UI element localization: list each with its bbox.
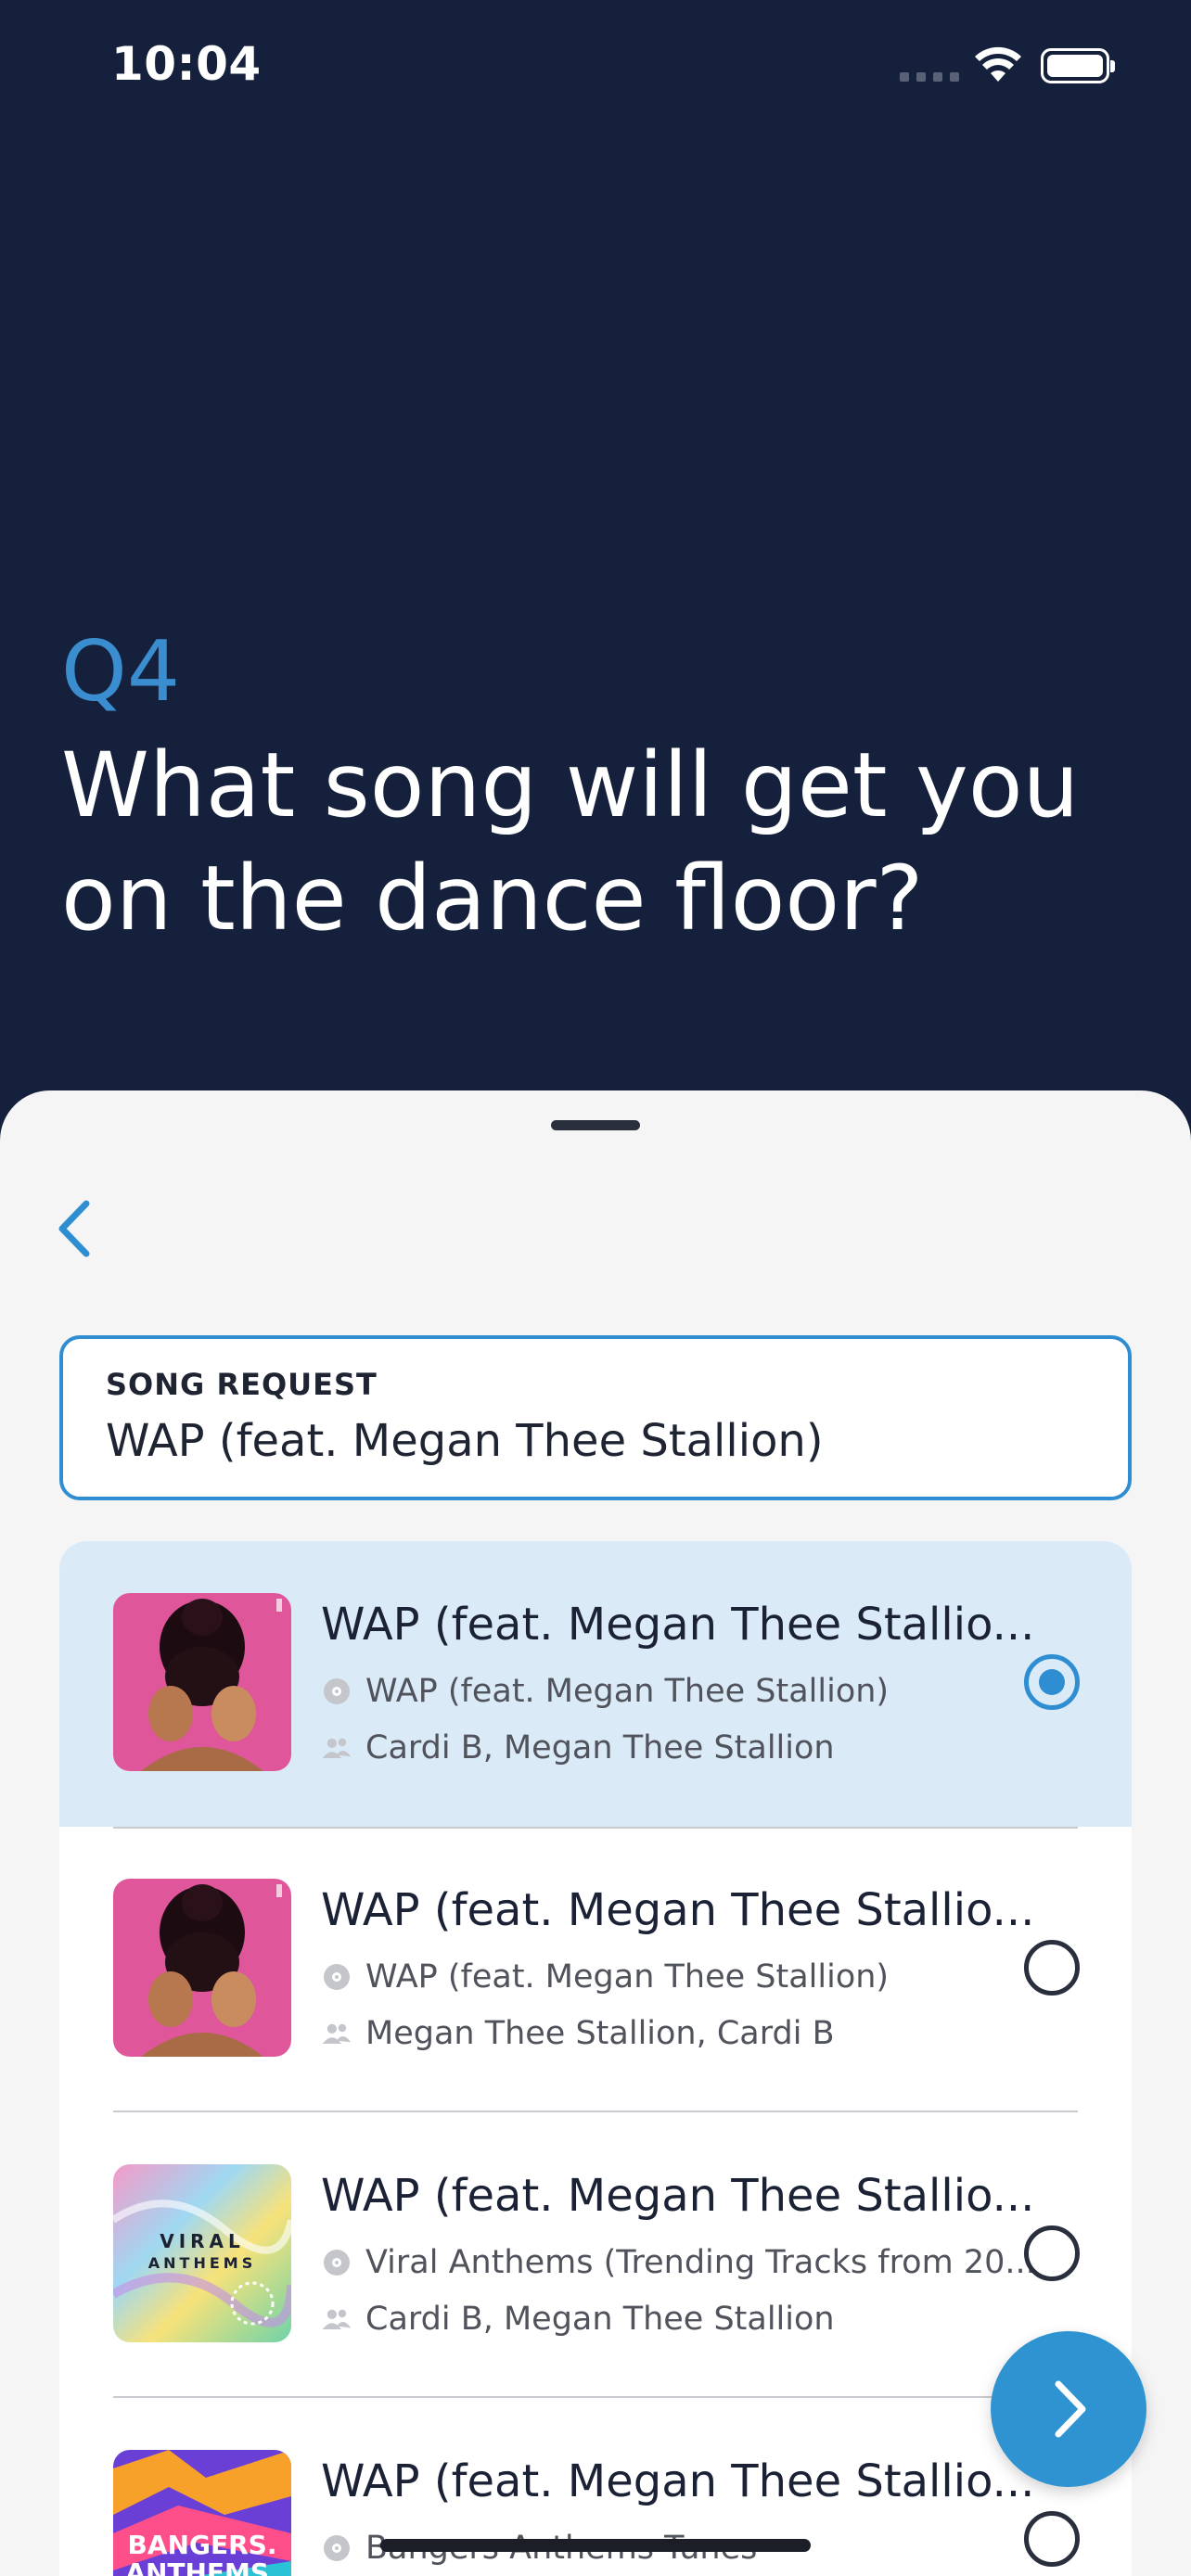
search-results-list: WAP (feat. Megan Thee Stallio... WAP (fe… (59, 1541, 1132, 2576)
track-title: WAP (feat. Megan Thee Stallio... (321, 1884, 1035, 1936)
album-art: VIRAL ANTHEMS (113, 2164, 291, 2342)
people-icon (322, 1738, 352, 1759)
artist-line: Megan Thee Stallion, Cardi B (321, 2013, 1063, 2054)
svg-text:BANGERS.: BANGERS. (128, 2530, 277, 2560)
question-number: Q4 (61, 623, 181, 721)
sheet-drag-handle[interactable] (551, 1120, 640, 1130)
radio-unselected[interactable] (1024, 2511, 1080, 2567)
status-time: 10:04 (111, 37, 262, 91)
album-art (113, 1593, 291, 1771)
wifi-icon (975, 46, 1021, 82)
disc-icon (324, 2535, 350, 2561)
track-title: WAP (feat. Megan Thee Stallio... (321, 2455, 1035, 2507)
radio-selected[interactable] (1024, 1654, 1080, 1710)
artist-line: Cardi B, Megan Thee Stallion (321, 1728, 1063, 1768)
row-divider (113, 1827, 1078, 1829)
song-request-input[interactable]: WAP (feat. Megan Thee Stallion) (106, 1415, 1089, 1467)
chevron-right-icon (1055, 2380, 1086, 2438)
song-request-label: SONG REQUEST (106, 1367, 378, 1402)
song-picker-sheet: SONG REQUEST WAP (feat. Megan Thee Stall… (0, 1090, 1191, 2576)
artist-names: Cardi B, Megan Thee Stallion (365, 1729, 835, 1766)
album-name: WAP (feat. Megan Thee Stallion) (365, 1958, 890, 1996)
people-icon (322, 2309, 352, 2330)
battery-icon (1041, 48, 1115, 83)
song-request-field[interactable]: SONG REQUEST WAP (feat. Megan Thee Stall… (59, 1335, 1132, 1500)
next-button[interactable] (991, 2331, 1146, 2487)
track-title: WAP (feat. Megan Thee Stallio... (321, 2170, 1035, 2222)
svg-text:ANTHEMS.: ANTHEMS. (125, 2557, 278, 2576)
status-bar: 10:04 (0, 0, 1191, 139)
disc-icon (324, 1964, 350, 1990)
album-name: Viral Anthems (Trending Tracks from 20..… (365, 2244, 1036, 2281)
svg-text:ANTHEMS: ANTHEMS (148, 2254, 256, 2272)
question-title: What song will get you on the dance floo… (61, 733, 1080, 950)
album-line: WAP (feat. Megan Thee Stallion) (321, 1671, 1063, 1712)
radio-unselected[interactable] (1024, 2225, 1080, 2281)
result-row[interactable]: WAP (feat. Megan Thee Stallio... WAP (fe… (59, 1541, 1132, 1827)
disc-icon (324, 1678, 350, 1704)
album-line: Viral Anthems (Trending Tracks from 20..… (321, 2242, 1063, 2283)
artist-names: Cardi B, Megan Thee Stallion (365, 2301, 835, 2338)
artist-names: Megan Thee Stallion, Cardi B (365, 2015, 835, 2052)
people-icon (322, 2023, 352, 2045)
track-title: WAP (feat. Megan Thee Stallio... (321, 1599, 1035, 1651)
album-name: WAP (feat. Megan Thee Stallion) (365, 1673, 890, 1710)
album-art (113, 1879, 291, 2057)
album-art: BANGERS. ANTHEMS. TUNES. (113, 2450, 291, 2576)
album-line: WAP (feat. Megan Thee Stallion) (321, 1957, 1063, 1997)
back-button[interactable] (41, 1187, 108, 1270)
disc-icon (324, 2250, 350, 2276)
radio-unselected[interactable] (1024, 1940, 1080, 1996)
home-indicator[interactable] (380, 2539, 811, 2552)
cellular-signal-icon (900, 72, 959, 82)
artist-line: Cardi B, Megan Thee Stallion (321, 2299, 1063, 2340)
chevron-left-icon (58, 1200, 90, 1257)
art-text-line-1: VIRAL (160, 2230, 245, 2252)
result-row[interactable]: WAP (feat. Megan Thee Stallio... WAP (fe… (59, 1827, 1132, 2112)
result-row[interactable]: VIRAL ANTHEMS WAP (feat. Megan Thee Stal… (59, 2112, 1132, 2398)
